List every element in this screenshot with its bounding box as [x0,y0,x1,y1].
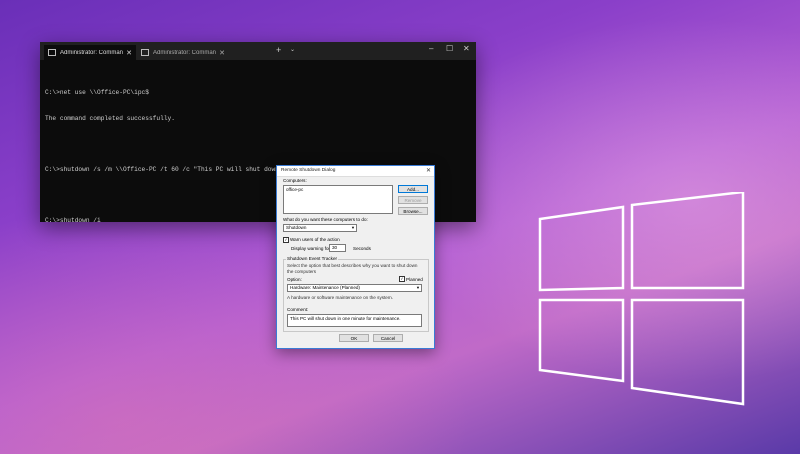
chevron-down-icon[interactable]: ⌄ [290,46,295,53]
cmd-icon [141,49,149,56]
terminal-tab-1[interactable]: Administrator: Command Prom ✕ [44,45,136,60]
action-select[interactable]: Shutdown ▼ [283,224,357,232]
close-tab-icon[interactable]: ✕ [219,49,225,57]
comment-field[interactable]: This PC will shut down in one minute for… [287,314,422,327]
close-icon[interactable]: ✕ [463,44,470,53]
computers-label: Computers: [283,178,307,183]
minimize-icon[interactable]: – [429,44,433,53]
list-item[interactable]: office-pc [284,186,392,193]
remove-button[interactable]: Remove [398,196,428,204]
terminal-tab-label: Administrator: Command Prom [60,49,124,56]
action-prompt: What do you want these computers to do: [283,217,368,222]
option-description: A hardware or software maintenance on th… [287,295,393,300]
tracker-description: Select the option that best describes wh… [287,263,418,274]
close-icon[interactable]: ✕ [426,167,431,174]
close-tab-icon[interactable]: ✕ [126,49,132,57]
chevron-down-icon: ▼ [416,285,420,290]
browse-button[interactable]: Browse... [398,207,428,215]
terminal-tab-bar: Administrator: Command Prom ✕ Administra… [40,42,476,60]
option-label: Option: [287,277,302,282]
seconds-label: Seconds [353,246,371,251]
terminal-tab-label: Administrator: Command Prom [153,49,217,56]
tracker-title: Shutdown Event Tracker [286,256,339,261]
dialog-title-bar: Remote Shutdown Dialog ✕ [277,166,434,177]
option-select[interactable]: Hardware: Maintenance (Planned) ▼ [287,284,422,292]
ok-button[interactable]: OK [339,334,369,342]
chevron-down-icon: ▼ [351,225,355,230]
terminal-line: C:\>net use \\Office-PC\ipc$ [45,89,149,96]
maximize-icon[interactable]: ☐ [446,44,453,53]
comment-label: Comment: [287,307,309,312]
terminal-line: The command completed successfully. [45,114,175,122]
display-warning-label: Display warning for [291,246,331,251]
dialog-title: Remote Shutdown Dialog [281,168,336,173]
warn-users-checkbox[interactable]: ✓ [283,237,289,243]
computers-list[interactable]: office-pc [283,185,393,214]
cmd-icon [48,49,56,56]
planned-checkbox[interactable]: ✓ [399,276,405,282]
remote-shutdown-dialog: Remote Shutdown Dialog ✕ Computers: offi… [276,165,435,349]
action-select-value: Shutdown [286,225,307,230]
option-select-value: Hardware: Maintenance (Planned) [290,285,360,290]
terminal-tab-2[interactable]: Administrator: Command Prom ✕ [137,45,229,60]
cancel-button[interactable]: Cancel [373,334,403,342]
new-tab-icon[interactable]: + [276,45,281,55]
planned-label: Planned [406,277,423,282]
warning-seconds-input[interactable]: 30 [329,244,346,252]
add-button[interactable]: Add... [398,185,428,193]
windows-logo [538,192,745,406]
warn-users-label: Warn users of the action [290,237,340,242]
